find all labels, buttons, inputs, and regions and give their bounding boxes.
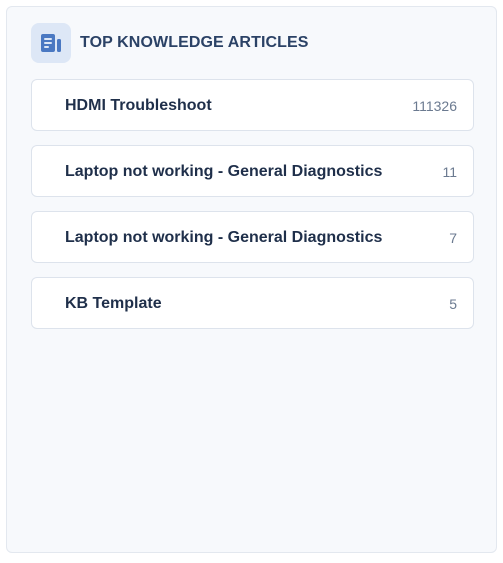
article-item[interactable]: KB Template 5 bbox=[31, 277, 474, 329]
widget-header: TOP KNOWLEDGE ARTICLES bbox=[31, 23, 309, 63]
article-item[interactable]: HDMI Troubleshoot 111326 bbox=[31, 79, 474, 131]
top-knowledge-articles-widget: TOP KNOWLEDGE ARTICLES HDMI Troubleshoot… bbox=[6, 6, 497, 553]
article-title: Laptop not working - General Diagnostics bbox=[65, 229, 383, 246]
article-icon-graphic bbox=[41, 34, 61, 52]
article-title: HDMI Troubleshoot bbox=[65, 97, 212, 114]
widget-title: TOP KNOWLEDGE ARTICLES bbox=[80, 34, 309, 51]
articles-list: HDMI Troubleshoot 111326 Laptop not work… bbox=[31, 79, 474, 343]
article-view-count: 5 bbox=[449, 296, 457, 312]
article-view-count: 111326 bbox=[412, 98, 457, 114]
article-view-count: 11 bbox=[442, 164, 457, 180]
article-title: KB Template bbox=[65, 295, 162, 312]
article-icon bbox=[31, 23, 71, 63]
article-item[interactable]: Laptop not working - General Diagnostics… bbox=[31, 211, 474, 263]
article-title: Laptop not working - General Diagnostics bbox=[65, 163, 383, 180]
article-item[interactable]: Laptop not working - General Diagnostics… bbox=[31, 145, 474, 197]
article-view-count: 7 bbox=[449, 230, 457, 246]
